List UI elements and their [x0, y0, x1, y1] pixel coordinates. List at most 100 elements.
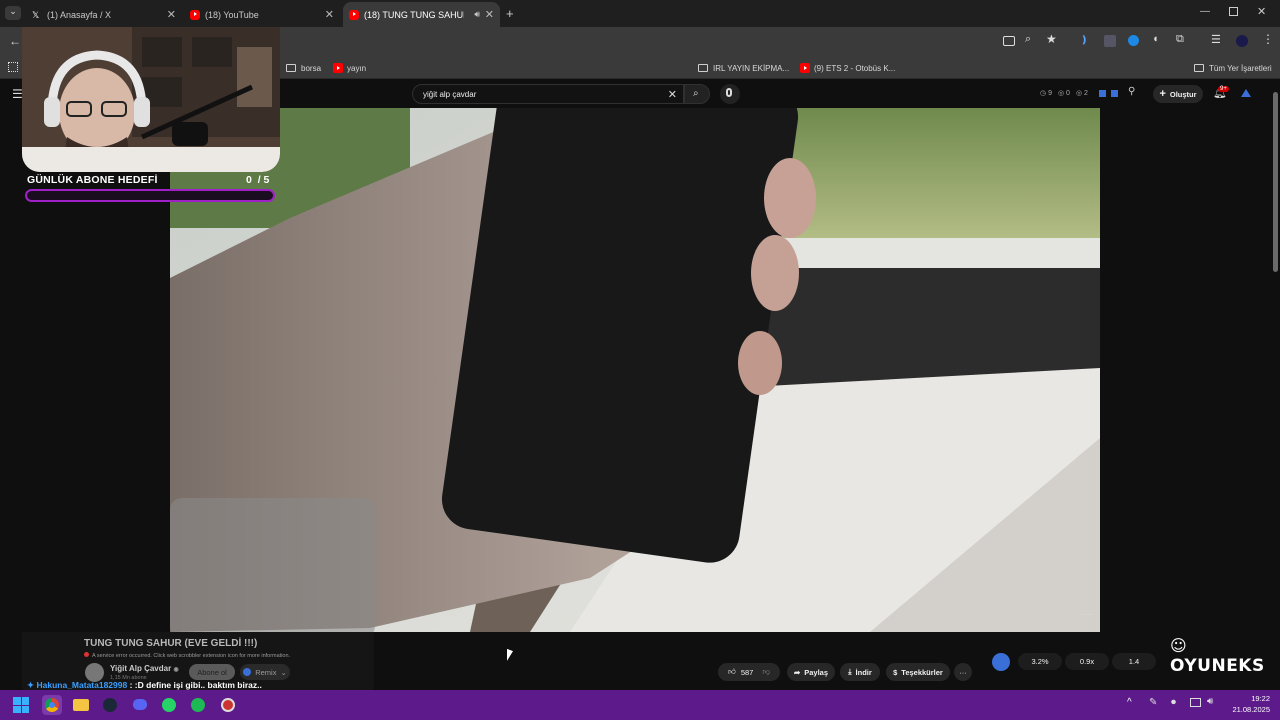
bookmark-irl-ekipman[interactable]: IRL YAYIN EKİPMA... — [698, 60, 789, 76]
whatsapp-taskbar-button[interactable] — [159, 695, 179, 715]
remix-button[interactable]: Remix ⌄ — [240, 664, 290, 680]
extension-icon[interactable] — [1099, 90, 1106, 97]
scrollbar-thumb[interactable] — [1273, 92, 1278, 272]
chevron-down-icon: ⌄ — [280, 667, 287, 677]
search-input[interactable]: yiğit alp çavdar ✕ — [412, 84, 684, 104]
volume-icon[interactable]: 🔊︎ — [1207, 696, 1213, 707]
streamer-webcam — [22, 27, 280, 172]
bookmark-star-icon[interactable]: ★ — [1046, 32, 1057, 46]
close-tab-icon[interactable]: ✕ — [325, 8, 334, 21]
remix-icon — [243, 668, 252, 676]
browser-menu-icon[interactable]: ⋮ — [1262, 32, 1274, 46]
extension-icon[interactable] — [1128, 35, 1139, 46]
youtube-icon — [190, 9, 200, 20]
folder-icon — [698, 64, 708, 72]
webcam-feed — [22, 27, 280, 172]
share-button[interactable]: ➦ Paylaş — [787, 663, 835, 681]
zoom-icon[interactable]: ⌕ — [1025, 33, 1031, 46]
more-actions-button[interactable]: ··· — [954, 663, 972, 681]
display-icon[interactable] — [1190, 698, 1201, 707]
bookmark-borsa[interactable]: borsa — [286, 60, 321, 76]
folder-icon — [1194, 64, 1204, 72]
verified-icon: ◉ — [173, 667, 179, 673]
dislike-icon[interactable]: 👎︎ — [762, 667, 770, 677]
reading-list-icon[interactable]: ☰ — [1211, 33, 1221, 46]
close-window-button[interactable]: ✕ — [1257, 5, 1266, 18]
chat-username: Hakuna_Matata182998 — [36, 680, 128, 690]
chrome-center-dot — [49, 702, 55, 708]
windows-start-icon[interactable] — [13, 697, 29, 713]
youtube-icon — [349, 9, 359, 20]
video-player[interactable]: ······· — [170, 108, 1100, 632]
stats-extension-icon[interactable] — [992, 653, 1010, 671]
back-arrow-icon[interactable]: ← — [9, 34, 21, 48]
search-button[interactable]: ⌕ — [684, 84, 710, 104]
clear-search-icon[interactable]: ✕ — [668, 88, 677, 101]
subscriber-goal-title: GÜNLÜK ABONE HEDEFİ — [27, 174, 158, 186]
pen-icon[interactable]: ✎ — [1149, 697, 1157, 708]
error-dot-icon — [84, 652, 89, 657]
youtube-icon — [800, 63, 810, 73]
subscribe-button[interactable]: Abone ol — [189, 664, 235, 680]
extensions-puzzle-icon[interactable]: ⧉ — [1176, 33, 1184, 46]
minimize-button[interactable]: — — [1200, 6, 1210, 17]
microphone-icon — [726, 88, 732, 97]
app-taskbar-button[interactable] — [218, 695, 238, 715]
show-hidden-icons[interactable]: ^ — [1127, 697, 1132, 708]
close-tab-icon[interactable]: ✕ — [167, 8, 176, 21]
profile-avatar[interactable] — [1236, 35, 1248, 47]
extension-icon[interactable]: ⚲ — [1128, 86, 1135, 97]
thanks-button[interactable]: $ Teşekkürler — [886, 663, 950, 681]
file-explorer-taskbar-button[interactable] — [71, 695, 91, 715]
like-icon[interactable]: 👍︎ — [728, 667, 736, 677]
stat-chip: 3.2% — [1018, 653, 1062, 670]
restore-button[interactable] — [1229, 7, 1238, 16]
spotify-taskbar-button[interactable] — [188, 695, 208, 715]
folder-icon — [286, 64, 296, 72]
download-button[interactable]: ⤓ İndir — [840, 663, 880, 681]
chat-badge-icon: ✦ — [27, 680, 35, 690]
tab-current-video[interactable]: (18) TUNG TUNG SAHUR (E 🔊︎ ✕ — [343, 2, 500, 27]
chrome-taskbar-button[interactable] — [42, 695, 62, 715]
more-icon: ··· — [959, 667, 967, 677]
microphone-icon[interactable]: ⏺ — [1171, 697, 1176, 708]
apps-grid-icon[interactable] — [8, 62, 18, 72]
x-logo-icon: 𝕏 — [32, 9, 40, 20]
chat-message: ✦ Hakuna_Matata182998 : :D define işi gi… — [27, 680, 262, 691]
tab-x-home[interactable]: 𝕏 (1) Anasayfa / X ✕ — [26, 2, 182, 27]
discord-icon — [133, 699, 147, 710]
thanks-icon: $ — [893, 667, 898, 677]
steam-taskbar-button[interactable] — [100, 695, 120, 715]
new-tab-button[interactable]: + — [506, 6, 514, 21]
clock-time: 19:22 — [1251, 694, 1270, 703]
mouse-cursor — [507, 648, 513, 664]
subscriber-goal-count: 0 / 5 — [246, 174, 270, 186]
folder-icon — [73, 699, 89, 711]
account-avatar[interactable] — [1241, 89, 1251, 97]
spotify-icon — [191, 698, 205, 712]
app-icon — [221, 698, 235, 712]
bookmark-ets2[interactable]: (9) ETS 2 - Otobüs K... — [800, 60, 895, 76]
clock[interactable]: 19:22 21.08.2025 — [1226, 693, 1270, 715]
audio-playing-icon[interactable]: 🔊︎ — [474, 9, 480, 20]
tab-search-button[interactable]: ⌄ — [5, 6, 21, 20]
like-count: 587 — [740, 667, 754, 677]
channel-name[interactable]: Yiğit Alp Çavdar ◉ — [110, 664, 179, 673]
discord-taskbar-button[interactable] — [130, 695, 150, 715]
extension-icon[interactable]: ◖ — [1152, 33, 1159, 45]
extension-icon[interactable]: ❫ — [1080, 35, 1090, 47]
notification-badge: 9+ — [1218, 86, 1229, 92]
bookmark-all[interactable]: Tüm Yer İşaretleri — [1194, 60, 1272, 76]
extension-icon[interactable] — [1104, 35, 1116, 47]
bookmark-yayin[interactable]: yayın — [333, 60, 366, 76]
scrobbler-error: A service error occurred. Click web scro… — [84, 652, 290, 659]
like-dislike-group: 👍︎ 587 👎︎ — [718, 663, 780, 681]
close-tab-icon[interactable]: ✕ — [485, 8, 494, 21]
voice-search-button[interactable] — [720, 84, 740, 104]
install-app-icon[interactable] — [1003, 36, 1015, 46]
clock-date: 21.08.2025 — [1232, 705, 1270, 714]
tab-youtube-home[interactable]: (18) YouTube ✕ — [184, 2, 340, 27]
search-icon: ⌕ — [693, 88, 699, 99]
create-button[interactable]: + Oluştur — [1153, 85, 1203, 103]
extension-icon[interactable] — [1111, 90, 1118, 97]
